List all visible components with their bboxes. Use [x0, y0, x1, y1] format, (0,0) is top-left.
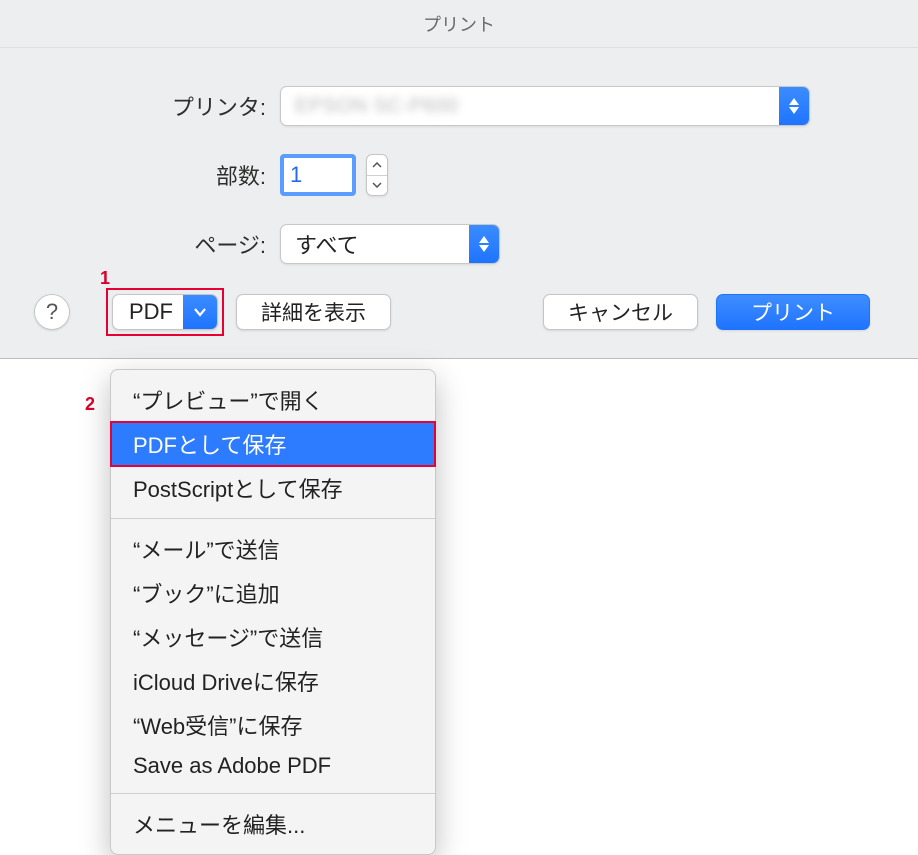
copies-label: 部数: [50, 159, 280, 191]
cancel-label: キャンセル [568, 297, 673, 327]
menu-item-label: PDFとして保存 [133, 433, 286, 458]
menu-item-label: メニューを編集... [133, 813, 305, 838]
menu-save-as-pdf[interactable]: PDFとして保存 [111, 422, 435, 466]
printer-select[interactable]: EPSON SC-P600 [280, 86, 810, 126]
pdf-menu: 2 “プレビュー”で開く PDFとして保存 PostScriptとして保存 “メ… [110, 369, 436, 855]
print-dialog: プリント プリンタ: EPSON SC-P600 部数: [0, 0, 918, 359]
annotation-1: 1 [100, 268, 110, 289]
button-bar: ? 1 PDF 詳細を表示 キャンセル プリント [0, 264, 918, 330]
menu-item-label: Save as Adobe PDF [133, 753, 331, 778]
show-details-label: 詳細を表示 [261, 297, 366, 327]
menu-item-label: “Web受信”に保存 [133, 714, 303, 739]
menu-edit[interactable]: メニューを編集... [111, 802, 435, 846]
menu-add-to-books[interactable]: “ブック”に追加 [111, 571, 435, 615]
cancel-button[interactable]: キャンセル [543, 294, 698, 330]
menu-separator [111, 518, 435, 519]
show-details-button[interactable]: 詳細を表示 [236, 294, 391, 330]
menu-save-adobe-pdf[interactable]: Save as Adobe PDF [111, 747, 435, 785]
menu-save-web-receive[interactable]: “Web受信”に保存 [111, 703, 435, 747]
menu-item-label: “ブック”に追加 [133, 582, 280, 607]
pdf-button-label: PDF [129, 299, 173, 325]
print-label: プリント [751, 297, 835, 327]
printer-label: プリンタ: [50, 90, 280, 122]
menu-save-as-postscript[interactable]: PostScriptとして保存 [111, 466, 435, 510]
pages-label: ページ: [50, 228, 280, 260]
menu-item-label: “メール”で送信 [133, 538, 280, 563]
menu-item-label: “プレビュー”で開く [133, 389, 324, 414]
chevron-down-icon [183, 295, 217, 329]
menu-save-icloud[interactable]: iCloud Driveに保存 [111, 659, 435, 703]
menu-send-messages[interactable]: “メッセージ”で送信 [111, 615, 435, 659]
print-button[interactable]: プリント [716, 294, 870, 330]
menu-item-label: PostScriptとして保存 [133, 477, 343, 502]
window-title-text: プリント [423, 11, 495, 37]
copies-stepper[interactable] [366, 154, 388, 196]
pdf-button-wrap: 1 PDF [112, 294, 218, 330]
help-icon: ? [46, 299, 58, 325]
pages-value: すべて [295, 228, 359, 260]
chevron-down-icon[interactable] [367, 176, 387, 196]
pages-select[interactable]: すべて [280, 224, 500, 264]
menu-separator [111, 793, 435, 794]
pdf-dropdown-button[interactable]: PDF [112, 294, 218, 330]
updown-icon [779, 87, 809, 125]
menu-item-label: “メッセージ”で送信 [133, 626, 323, 651]
pages-row: ページ: すべて [50, 224, 868, 264]
chevron-up-icon[interactable] [367, 155, 387, 176]
printer-value: EPSON SC-P600 [295, 95, 458, 118]
copies-row: 部数: [50, 154, 868, 196]
form-area: プリンタ: EPSON SC-P600 部数: ペ [0, 48, 918, 264]
window-title: プリント [0, 0, 918, 48]
menu-open-in-preview[interactable]: “プレビュー”で開く [111, 378, 435, 422]
updown-icon [469, 225, 499, 263]
help-button[interactable]: ? [34, 294, 70, 330]
menu-send-mail[interactable]: “メール”で送信 [111, 527, 435, 571]
annotation-2: 2 [85, 394, 95, 415]
menu-item-label: iCloud Driveに保存 [133, 670, 319, 695]
copies-input[interactable] [280, 154, 356, 196]
printer-row: プリンタ: EPSON SC-P600 [50, 86, 868, 126]
